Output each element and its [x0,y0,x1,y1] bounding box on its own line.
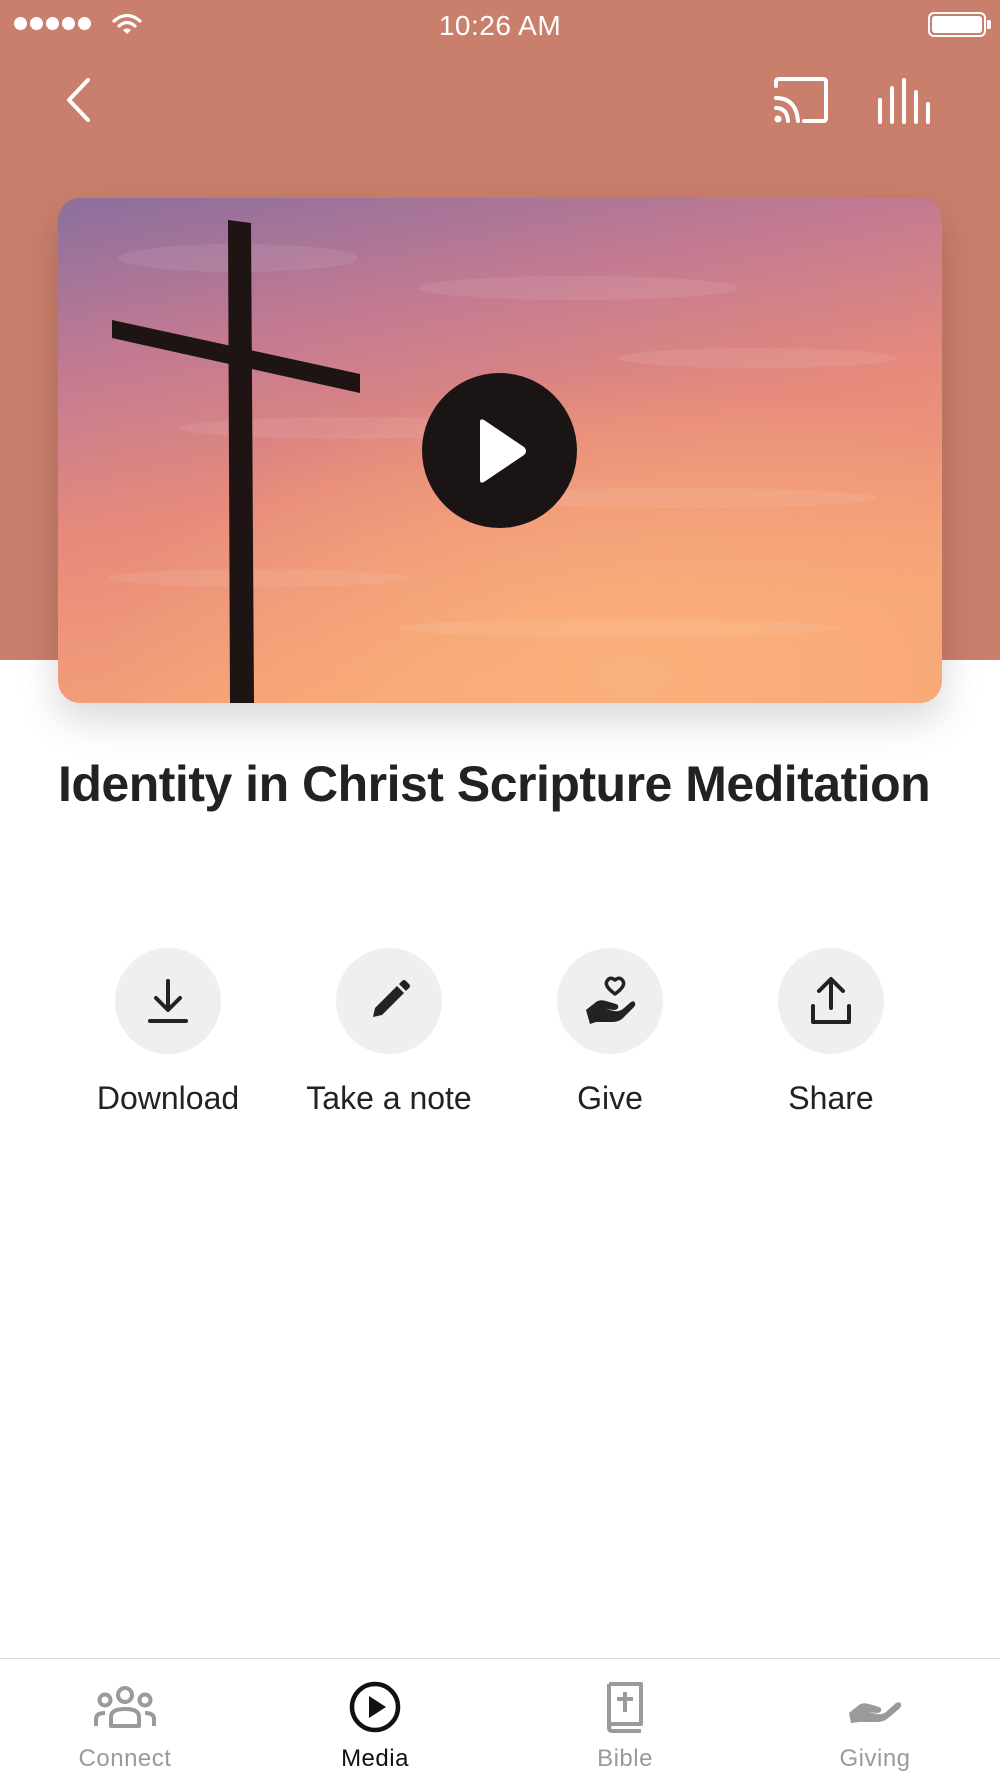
giving-hand-icon [849,1702,902,1723]
cast-button[interactable] [772,76,830,126]
tab-media[interactable]: Media [250,1659,500,1778]
tab-bible[interactable]: Bible [500,1659,750,1778]
action-row: Download Take a note Give Share [58,948,942,1128]
media-title: Identity in Christ Scripture Meditation [58,756,931,812]
back-button[interactable] [56,72,100,128]
give-label: Give [577,1080,643,1116]
tab-giving[interactable]: Giving [750,1659,1000,1778]
download-button[interactable]: Download [63,948,273,1117]
play-circle-icon [349,1681,401,1733]
download-icon [148,979,188,1023]
status-time: 10:26 AM [438,10,562,41]
people-icon [94,1686,156,1728]
bible-icon [607,1682,643,1733]
tab-giving-label: Giving [839,1745,911,1772]
take-note-circle [336,948,442,1054]
equalizer-bars-icon [878,78,930,124]
battery-icon [928,12,991,37]
download-label: Download [96,1080,240,1116]
tab-bible-label: Bible [597,1745,653,1772]
share-label: Share [788,1080,874,1116]
audio-button[interactable] [876,78,936,128]
take-note-button[interactable]: Take a note [284,948,494,1117]
download-circle [115,948,221,1054]
give-circle [557,948,663,1054]
share-circle [778,948,884,1054]
take-note-label: Take a note [306,1080,472,1116]
tab-connect-label: Connect [78,1745,172,1772]
chevron-left-icon [67,78,90,122]
status-bar: 10:26 AM [0,0,1000,50]
play-icon [479,418,526,483]
media-artwork-card[interactable] [58,198,942,703]
share-icon [811,977,851,1024]
cast-icon [774,77,828,123]
pencil-icon [373,980,410,1017]
tab-bar: Connect Media Bible Giving [0,1658,1000,1778]
give-button[interactable]: Give [505,948,715,1117]
hand-heart-icon [586,976,636,1024]
tab-connect[interactable]: Connect [0,1659,250,1778]
play-button[interactable] [422,373,577,528]
share-button[interactable]: Share [726,948,936,1117]
tab-media-label: Media [341,1745,409,1772]
